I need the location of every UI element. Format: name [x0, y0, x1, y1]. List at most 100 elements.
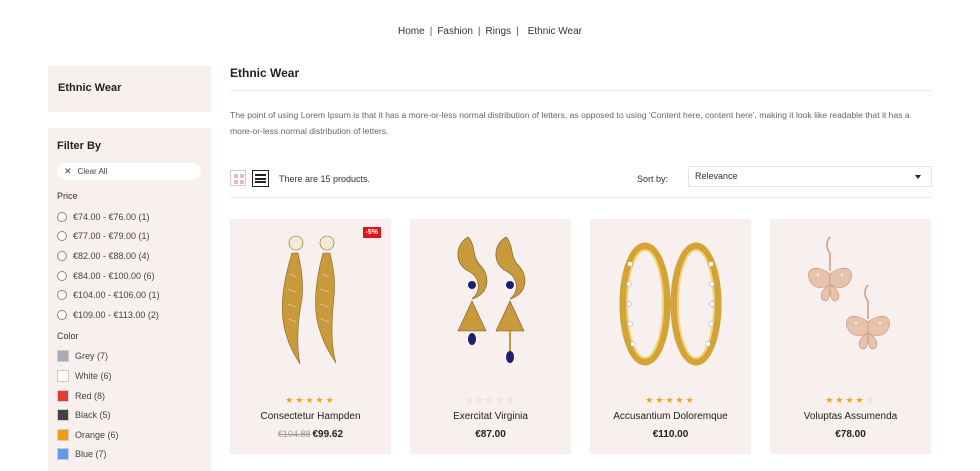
price-option[interactable]: €109.00 - €113.00 (2): [57, 305, 202, 325]
product-price: €104.88 €99.62: [230, 429, 391, 440]
product-card[interactable]: -5% ★★★★★ Consectetur Hampden €104.88 €99…: [230, 219, 391, 454]
list-view-icon[interactable]: [252, 170, 269, 187]
product-card[interactable]: ☆☆☆☆☆ Exercitat Virginia €87.00: [410, 219, 571, 454]
star-icon: ★: [325, 395, 336, 405]
color-option-grey[interactable]: Grey (7): [57, 347, 202, 367]
color-option-label: Orange (6): [75, 429, 119, 440]
clear-all-label: Clear All: [77, 167, 108, 176]
color-swatch[interactable]: [57, 350, 69, 363]
product-name[interactable]: Voluptas Assumenda: [770, 411, 931, 422]
product-image[interactable]: -5%: [230, 219, 391, 387]
breadcrumb: Home | Fashion | Rings | Ethnic Wear: [0, 26, 980, 37]
star-icon: ☆: [475, 395, 486, 405]
price-option[interactable]: €74.00 - €76.00 (1): [57, 207, 202, 227]
sort-label: Sort by:: [637, 174, 669, 184]
product-card[interactable]: ★★★★★ Accusantium Doloremque €110.00: [590, 219, 751, 454]
category-block-title[interactable]: Ethnic Wear: [58, 82, 121, 94]
star-icon: ★: [855, 395, 866, 405]
product-name[interactable]: Accusantium Doloremque: [590, 411, 751, 422]
sort-select[interactable]: Relevance: [688, 166, 932, 187]
star-icon: ★: [675, 395, 686, 405]
color-option-label: Red (8): [75, 390, 106, 401]
breadcrumb-current: Ethnic Wear: [527, 26, 582, 37]
color-option-blue[interactable]: Blue (7): [57, 445, 202, 465]
color-facet: Grey (7) White (6) Red (8) Black (5) Ora…: [57, 347, 202, 465]
breadcrumb-separator: |: [429, 26, 433, 37]
price-option-label: €77.00 - €79.00 (1): [73, 231, 150, 242]
color-swatch[interactable]: [57, 369, 69, 382]
rating-stars: ★★★★☆: [770, 395, 931, 406]
star-icon: ★: [285, 395, 296, 405]
filter-title: Filter By: [57, 140, 102, 152]
star-icon: ★: [305, 395, 316, 405]
products-toolbar: There are 15 products. Sort by: Relevanc…: [230, 166, 932, 198]
radio-button[interactable]: [57, 231, 67, 242]
radio-button[interactable]: [57, 211, 67, 222]
price-facet: €74.00 - €76.00 (1) €77.00 - €79.00 (1) …: [57, 207, 202, 325]
star-icon: ☆: [505, 395, 516, 405]
breadcrumb-fashion[interactable]: Fashion: [437, 26, 473, 37]
product-name[interactable]: Consectetur Hampden: [230, 411, 391, 422]
price-option-label: €82.00 - €88.00 (4): [73, 250, 150, 261]
radio-button[interactable]: [57, 309, 67, 320]
grid-view-icon[interactable]: [230, 170, 246, 186]
page-title: Ethnic Wear: [230, 66, 932, 91]
price-option[interactable]: €104.00 - €106.00 (1): [57, 285, 202, 305]
breadcrumb-separator: |: [516, 26, 519, 37]
star-icon: ★: [645, 395, 656, 405]
color-option-white[interactable]: White (6): [57, 366, 202, 386]
radio-button[interactable]: [57, 250, 67, 261]
sale-price: €87.00: [475, 429, 506, 440]
product-card[interactable]: ★★★★☆ Voluptas Assumenda €78.00: [770, 219, 931, 454]
radio-button[interactable]: [57, 290, 67, 301]
color-option-red[interactable]: Red (8): [57, 386, 202, 406]
rating-stars: ★★★★★: [590, 395, 751, 406]
price-facet-title: Price: [57, 191, 78, 201]
color-option-label: Black (5): [75, 410, 111, 421]
discount-badge: -5%: [362, 227, 381, 238]
star-icon: ☆: [865, 395, 876, 405]
butterfly-earrings-image: [808, 236, 890, 350]
color-option-black[interactable]: Black (5): [57, 405, 202, 425]
category-header: Ethnic Wear The point of using Lorem Ips…: [230, 66, 932, 139]
star-icon: ☆: [465, 395, 476, 405]
breadcrumb-separator: |: [477, 26, 481, 37]
breadcrumb-home[interactable]: Home: [398, 26, 425, 37]
sale-price: €110.00: [652, 429, 689, 440]
sale-price: €78.00: [835, 429, 866, 440]
color-option-label: Grey (7): [75, 351, 109, 362]
sale-price: €99.62: [312, 429, 344, 440]
price-option[interactable]: €77.00 - €79.00 (1): [57, 227, 202, 247]
product-grid: -5% ★★★★★ Consectetur Hampden €104.88 €99…: [230, 219, 932, 471]
price-option-label: €84.00 - €100.00 (6): [73, 270, 155, 281]
star-icon: ★: [845, 395, 856, 405]
product-image[interactable]: [770, 219, 931, 387]
price-option-label: €104.00 - €106.00 (1): [73, 290, 160, 301]
color-swatch[interactable]: [57, 428, 69, 441]
color-facet-title: Color: [57, 330, 79, 341]
color-option-orange[interactable]: Orange (6): [57, 425, 202, 445]
star-icon: ★: [835, 395, 846, 405]
price-option[interactable]: €84.00 - €100.00 (6): [57, 266, 202, 286]
filter-panel: Filter By ✕ Clear All Price €74.00 - €76…: [48, 128, 211, 471]
product-name[interactable]: Exercitat Virginia: [410, 411, 571, 422]
product-image[interactable]: [410, 219, 571, 387]
clear-all-button[interactable]: ✕ Clear All: [57, 163, 201, 180]
color-swatch[interactable]: [57, 448, 69, 461]
hoop-earrings-image: [619, 242, 722, 366]
star-icon: ★: [685, 395, 696, 405]
category-description: The point of using Lorem Ipsum is that i…: [230, 110, 910, 136]
product-price: €87.00: [410, 429, 571, 440]
color-swatch[interactable]: [57, 389, 69, 402]
color-swatch[interactable]: [57, 409, 69, 422]
radio-button[interactable]: [57, 270, 67, 281]
product-image[interactable]: [590, 219, 751, 387]
rating-stars: ☆☆☆☆☆: [410, 395, 571, 406]
breadcrumb-rings[interactable]: Rings: [486, 26, 512, 37]
drop-earrings-image: [281, 235, 337, 365]
price-option[interactable]: €82.00 - €88.00 (4): [57, 246, 202, 266]
sort-selected-value: Relevance: [695, 171, 738, 181]
close-icon: ✕: [64, 166, 72, 176]
price-option-label: €74.00 - €76.00 (1): [73, 211, 150, 222]
star-icon: ★: [655, 395, 666, 405]
